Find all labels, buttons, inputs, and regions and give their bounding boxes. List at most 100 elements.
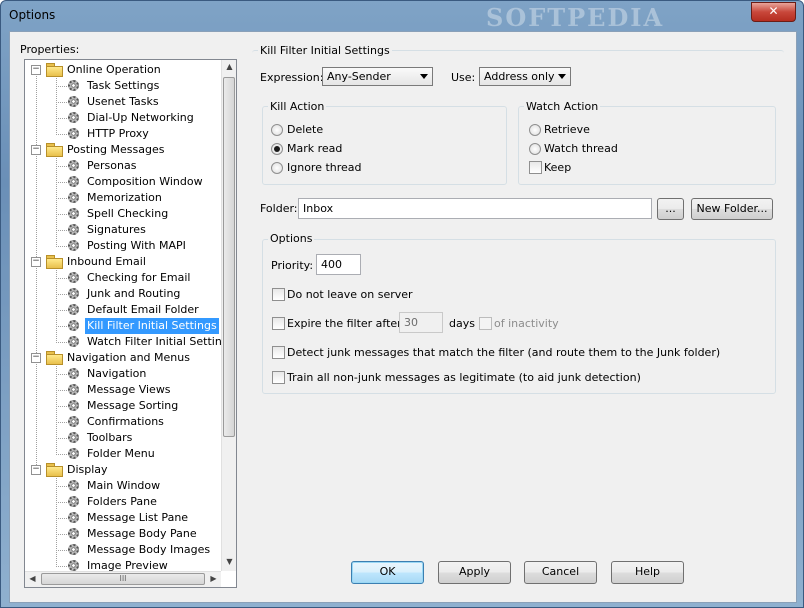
tree-leaf-node[interactable]: Message Sorting <box>25 398 221 414</box>
keep-checkbox[interactable] <box>529 161 542 174</box>
tree-leaf-node[interactable]: Spell Checking <box>25 206 221 222</box>
use-value: Address only <box>484 70 555 83</box>
tree-leaf-node[interactable]: Kill Filter Initial Settings <box>25 318 221 334</box>
close-button[interactable]: ✕ <box>751 2 796 22</box>
tree-node-label: Personas <box>87 159 137 172</box>
tree-leaf-node[interactable]: Image Preview <box>25 558 221 571</box>
detect-junk-checkbox[interactable] <box>272 346 285 359</box>
tree-node-label: Default Email Folder <box>87 303 199 316</box>
tree-leaf-node[interactable]: Junk and Routing <box>25 286 221 302</box>
help-button[interactable]: Help <box>611 561 684 584</box>
browse-folder-button[interactable]: ... <box>657 198 684 220</box>
gear-icon <box>68 240 79 251</box>
tree-node-label: Display <box>67 463 108 476</box>
collapse-toggle-icon[interactable]: − <box>31 257 41 267</box>
tree-folder-node[interactable]: − Inbound Email <box>25 254 221 270</box>
tree-node-label: Usenet Tasks <box>87 95 159 108</box>
tree-leaf-node[interactable]: Usenet Tasks <box>25 94 221 110</box>
tree-leaf-node[interactable]: HTTP Proxy <box>25 126 221 142</box>
train-nonjunk-checkbox[interactable] <box>272 371 285 384</box>
tree-leaf-node[interactable]: Message Body Pane <box>25 526 221 542</box>
tree-folder-node[interactable]: − Navigation and Menus <box>25 350 221 366</box>
expire-filter-checkbox[interactable] <box>272 317 285 330</box>
tree-leaf-node[interactable]: Toolbars <box>25 430 221 446</box>
scroll-left-arrow-icon[interactable]: ◀ <box>25 574 40 583</box>
do-not-leave-label: Do not leave on server <box>287 288 413 301</box>
gear-icon <box>68 384 79 395</box>
tree-leaf-node[interactable]: Message Views <box>25 382 221 398</box>
tree-node-label: Task Settings <box>87 79 160 92</box>
collapse-toggle-icon[interactable]: − <box>31 353 41 363</box>
expression-label: Expression: <box>260 71 324 84</box>
gear-icon <box>68 528 79 539</box>
tree-horizontal-scrollbar[interactable]: ◀ III ▶ <box>25 571 221 587</box>
tree-leaf-node[interactable]: Default Email Folder <box>25 302 221 318</box>
train-nonjunk-label: Train all non-junk messages as legitimat… <box>287 371 641 384</box>
tree-leaf-node[interactable]: Navigation <box>25 366 221 382</box>
tree-leaf-node[interactable]: Folder Menu <box>25 446 221 462</box>
tree-leaf-node[interactable]: Message Body Images <box>25 542 221 558</box>
tree-leaf-node[interactable]: Main Window <box>25 478 221 494</box>
tree-folder-node[interactable]: − Online Operation <box>25 62 221 78</box>
watch-action-title: Watch Action <box>524 100 601 113</box>
mark-read-radio[interactable] <box>271 143 283 155</box>
expire-days-field[interactable]: 30 <box>399 312 443 333</box>
collapse-toggle-icon[interactable]: − <box>31 465 41 475</box>
expression-dropdown[interactable]: Any-Sender <box>322 67 433 86</box>
cancel-button[interactable]: Cancel <box>524 561 597 584</box>
vertical-scroll-thumb[interactable] <box>223 77 235 437</box>
scroll-up-arrow-icon[interactable]: ▲ <box>222 62 236 71</box>
apply-button[interactable]: Apply <box>438 561 511 584</box>
tree-leaf-node[interactable]: Confirmations <box>25 414 221 430</box>
tree-node-label: Junk and Routing <box>87 287 181 300</box>
scroll-down-arrow-icon[interactable]: ▼ <box>222 557 236 566</box>
gear-icon <box>68 80 79 91</box>
gear-icon <box>68 400 79 411</box>
tree-leaf-node[interactable]: Task Settings <box>25 78 221 94</box>
tree-leaf-node[interactable]: Folders Pane <box>25 494 221 510</box>
tree-leaf-node[interactable]: Posting With MAPI <box>25 238 221 254</box>
use-label: Use: <box>451 71 476 84</box>
watch-thread-radio[interactable] <box>529 143 541 155</box>
tree-node-label: Message List Pane <box>87 511 189 524</box>
retrieve-radio[interactable] <box>529 124 541 136</box>
tree-leaf-node[interactable]: Memorization <box>25 190 221 206</box>
do-not-leave-checkbox[interactable] <box>272 288 285 301</box>
tree-leaf-node[interactable]: Checking for Email <box>25 270 221 286</box>
gear-icon <box>68 288 79 299</box>
tree-folder-node[interactable]: − Display <box>25 462 221 478</box>
tree-node-label: Signatures <box>87 223 146 236</box>
tree-leaf-node[interactable]: Dial-Up Networking <box>25 110 221 126</box>
use-dropdown[interactable]: Address only <box>479 67 571 86</box>
ignore-thread-radio[interactable] <box>271 162 283 174</box>
folder-icon <box>46 143 63 157</box>
of-inactivity-checkbox[interactable] <box>479 317 492 330</box>
ok-button[interactable]: OK <box>351 561 424 584</box>
properties-tree[interactable]: − Online Operation Task Settings Usenet Tas… <box>24 59 237 588</box>
horizontal-scroll-thumb[interactable]: III <box>41 573 205 585</box>
gear-icon <box>68 320 79 331</box>
softpedia-watermark: SOFTPEDIA <box>486 3 665 32</box>
scroll-right-arrow-icon[interactable]: ▶ <box>206 574 221 583</box>
tree-node-label: HTTP Proxy <box>87 127 149 140</box>
folder-field[interactable]: Inbox <box>298 198 652 219</box>
tree-leaf-node[interactable]: Composition Window <box>25 174 221 190</box>
tree-node-label: Message Sorting <box>87 399 179 412</box>
title-bar[interactable]: Options SOFTPEDIA ✕ <box>1 1 803 32</box>
tree-leaf-node[interactable]: Watch Filter Initial Settings <box>25 334 221 350</box>
tree-leaf-node[interactable]: Personas <box>25 158 221 174</box>
tree-node-label-selected: Kill Filter Initial Settings <box>85 318 219 334</box>
collapse-toggle-icon[interactable]: − <box>31 145 41 155</box>
gear-icon <box>68 416 79 427</box>
priority-field[interactable]: 400 <box>316 254 361 275</box>
tree-vertical-scrollbar[interactable]: ▲ ▼ <box>221 60 236 571</box>
gear-icon <box>68 480 79 491</box>
new-folder-button[interactable]: New Folder... <box>691 198 773 220</box>
folder-icon <box>46 463 63 477</box>
delete-radio[interactable] <box>271 124 283 136</box>
tree-leaf-node[interactable]: Signatures <box>25 222 221 238</box>
gear-icon <box>68 432 79 443</box>
collapse-toggle-icon[interactable]: − <box>31 65 41 75</box>
tree-folder-node[interactable]: − Posting Messages <box>25 142 221 158</box>
tree-leaf-node[interactable]: Message List Pane <box>25 510 221 526</box>
